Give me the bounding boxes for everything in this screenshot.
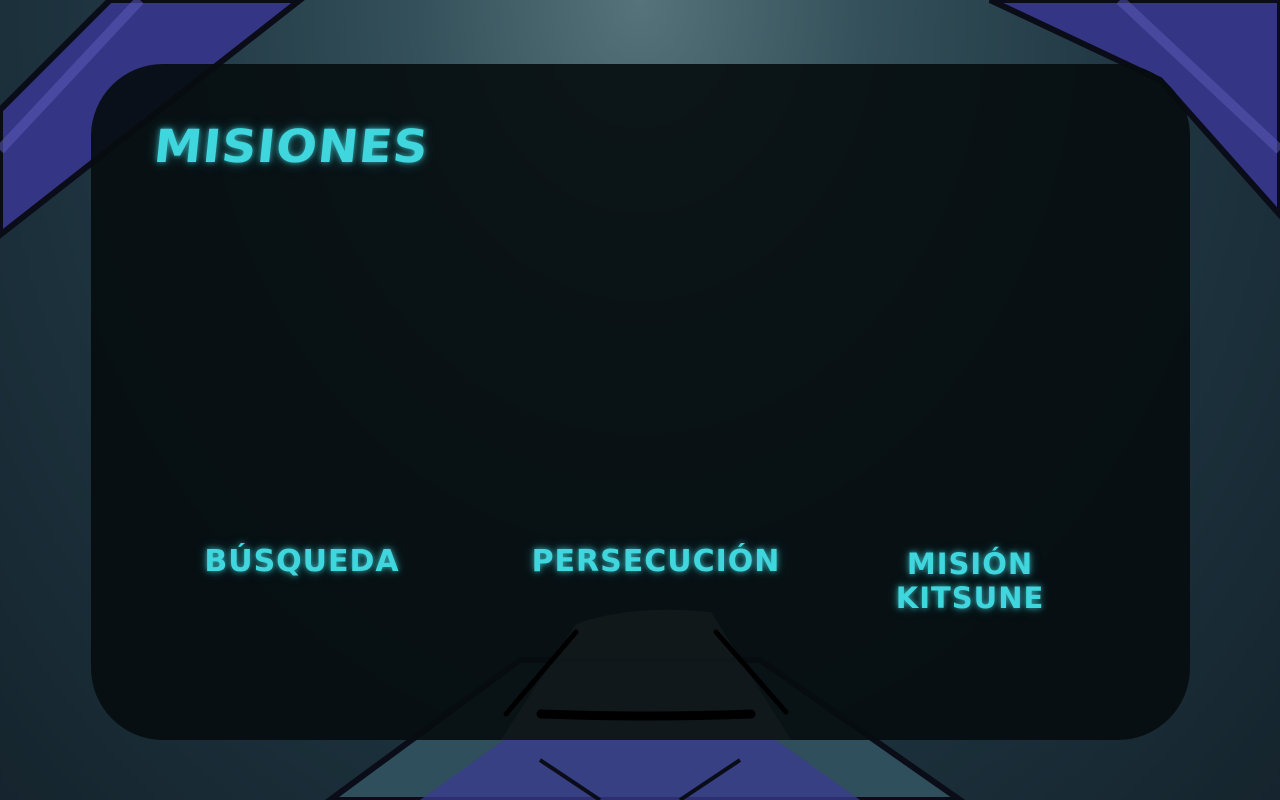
mission-busqueda-button[interactable]: BÚSQUEDA	[187, 544, 417, 580]
game-scene: MISIONES BÚSQUEDA PERSECUCIÓN MISIÓN KIT…	[0, 0, 1280, 800]
mission-persecucion-button[interactable]: PERSECUCIÓN	[511, 544, 801, 580]
mission-kitsune-button[interactable]: MISIÓN KITSUNE	[876, 547, 1064, 615]
missions-panel: MISIONES BÚSQUEDA PERSECUCIÓN MISIÓN KIT…	[91, 64, 1190, 740]
panel-title: MISIONES	[151, 120, 432, 174]
